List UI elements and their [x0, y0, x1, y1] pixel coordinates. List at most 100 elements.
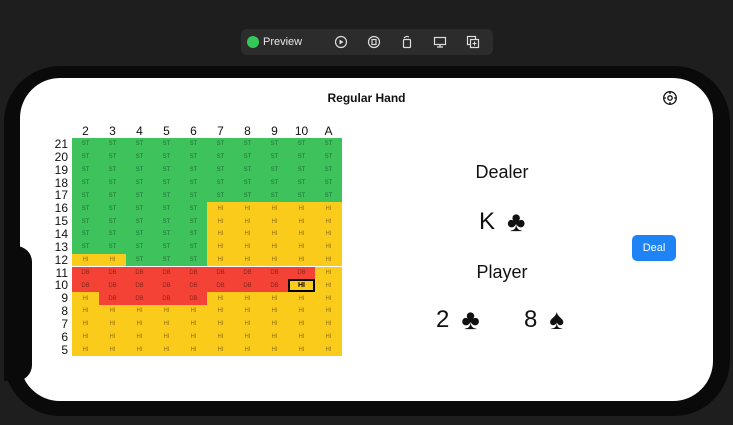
strategy-cell[interactable]: DB: [72, 266, 99, 280]
strategy-cell[interactable]: ST: [72, 215, 99, 228]
strategy-cell[interactable]: HI: [72, 253, 99, 267]
strategy-cell[interactable]: ST: [99, 240, 126, 254]
strategy-cell[interactable]: HI: [261, 292, 288, 306]
strategy-cell[interactable]: ST: [180, 240, 207, 254]
strategy-cell[interactable]: HI: [288, 227, 315, 241]
strategy-cell[interactable]: HI: [180, 330, 207, 344]
preview-toggle[interactable]: Preview: [247, 36, 315, 48]
strategy-cell[interactable]: ST: [288, 163, 315, 177]
strategy-cell[interactable]: HI: [72, 343, 99, 357]
strategy-cell[interactable]: HI: [180, 317, 207, 331]
strategy-cell[interactable]: HI: [261, 240, 288, 254]
strategy-cell[interactable]: HI: [207, 317, 234, 331]
strategy-cell[interactable]: HI: [234, 215, 261, 228]
strategy-cell[interactable]: ST: [99, 215, 126, 228]
strategy-cell[interactable]: HI: [72, 317, 99, 331]
strategy-cell[interactable]: HI: [180, 305, 207, 318]
gear-icon[interactable]: [662, 90, 678, 106]
strategy-cell[interactable]: ST: [288, 176, 315, 190]
strategy-cell[interactable]: HI: [99, 343, 126, 357]
strategy-cell[interactable]: ST: [234, 150, 261, 164]
strategy-cell[interactable]: ST: [315, 189, 342, 203]
strategy-cell[interactable]: ST: [153, 240, 180, 254]
strategy-cell[interactable]: HI: [126, 330, 153, 344]
strategy-cell[interactable]: ST: [288, 189, 315, 203]
strategy-cell[interactable]: HI: [126, 305, 153, 318]
strategy-cell[interactable]: HI: [207, 215, 234, 228]
strategy-cell[interactable]: HI: [99, 305, 126, 318]
strategy-cell[interactable]: DB: [153, 279, 180, 293]
strategy-cell[interactable]: ST: [72, 189, 99, 203]
strategy-cell[interactable]: HI: [153, 330, 180, 344]
strategy-cell[interactable]: HI: [288, 240, 315, 254]
strategy-cell[interactable]: ST: [126, 189, 153, 203]
strategy-cell[interactable]: ST: [153, 253, 180, 267]
strategy-cell[interactable]: ST: [126, 253, 153, 267]
strategy-cell[interactable]: HI: [99, 317, 126, 331]
strategy-cell[interactable]: ST: [126, 176, 153, 190]
stop-icon[interactable]: [367, 35, 381, 49]
strategy-cell[interactable]: DB: [261, 279, 288, 293]
strategy-cell[interactable]: DB: [288, 266, 315, 280]
strategy-cell[interactable]: ST: [288, 138, 315, 151]
strategy-cell[interactable]: ST: [99, 189, 126, 203]
strategy-cell[interactable]: DB: [207, 266, 234, 280]
strategy-cell[interactable]: ST: [234, 176, 261, 190]
strategy-cell[interactable]: DB: [207, 279, 234, 293]
strategy-cell[interactable]: HI: [315, 279, 342, 293]
strategy-cell[interactable]: HI: [315, 292, 342, 306]
strategy-cell[interactable]: HI: [207, 292, 234, 306]
strategy-cell-selected[interactable]: HI: [288, 279, 315, 293]
strategy-cell[interactable]: HI: [261, 305, 288, 318]
strategy-cell[interactable]: ST: [153, 215, 180, 228]
strategy-cell[interactable]: DB: [261, 266, 288, 280]
strategy-cell[interactable]: ST: [126, 227, 153, 241]
strategy-cell[interactable]: ST: [207, 150, 234, 164]
strategy-cell[interactable]: ST: [261, 189, 288, 203]
strategy-cell[interactable]: ST: [126, 150, 153, 164]
strategy-cell[interactable]: HI: [180, 343, 207, 357]
strategy-cell[interactable]: HI: [315, 266, 342, 280]
strategy-cell[interactable]: HI: [72, 305, 99, 318]
strategy-cell[interactable]: ST: [261, 138, 288, 151]
strategy-cell[interactable]: ST: [315, 150, 342, 164]
strategy-cell[interactable]: DB: [180, 279, 207, 293]
strategy-cell[interactable]: ST: [126, 215, 153, 228]
strategy-cell[interactable]: DB: [180, 292, 207, 306]
strategy-cell[interactable]: DB: [72, 279, 99, 293]
strategy-cell[interactable]: HI: [315, 343, 342, 357]
strategy-cell[interactable]: HI: [72, 292, 99, 306]
strategy-cell[interactable]: ST: [126, 202, 153, 216]
strategy-cell[interactable]: ST: [153, 189, 180, 203]
strategy-cell[interactable]: ST: [126, 138, 153, 151]
strategy-cell[interactable]: HI: [261, 253, 288, 267]
strategy-cell[interactable]: HI: [234, 253, 261, 267]
strategy-cell[interactable]: DB: [126, 279, 153, 293]
strategy-cell[interactable]: HI: [261, 215, 288, 228]
strategy-cell[interactable]: ST: [99, 202, 126, 216]
strategy-cell[interactable]: ST: [99, 138, 126, 151]
strategy-cell[interactable]: HI: [207, 240, 234, 254]
strategy-cell[interactable]: DB: [234, 266, 261, 280]
strategy-cell[interactable]: HI: [234, 317, 261, 331]
strategy-cell[interactable]: HI: [288, 305, 315, 318]
strategy-cell[interactable]: ST: [153, 176, 180, 190]
strategy-cell[interactable]: HI: [288, 343, 315, 357]
strategy-cell[interactable]: ST: [153, 163, 180, 177]
strategy-cell[interactable]: DB: [153, 292, 180, 306]
strategy-cell[interactable]: ST: [207, 138, 234, 151]
strategy-cell[interactable]: HI: [315, 330, 342, 344]
strategy-cell[interactable]: ST: [234, 189, 261, 203]
strategy-cell[interactable]: DB: [99, 266, 126, 280]
strategy-cell[interactable]: ST: [153, 138, 180, 151]
deal-button[interactable]: Deal: [632, 235, 676, 261]
strategy-cell[interactable]: ST: [72, 176, 99, 190]
strategy-cell[interactable]: HI: [207, 343, 234, 357]
strategy-cell[interactable]: HI: [99, 253, 126, 267]
strategy-cell[interactable]: HI: [315, 305, 342, 318]
strategy-cell[interactable]: HI: [261, 317, 288, 331]
strategy-cell[interactable]: ST: [207, 176, 234, 190]
strategy-cell[interactable]: ST: [234, 138, 261, 151]
strategy-cell[interactable]: ST: [99, 227, 126, 241]
strategy-cell[interactable]: ST: [180, 189, 207, 203]
